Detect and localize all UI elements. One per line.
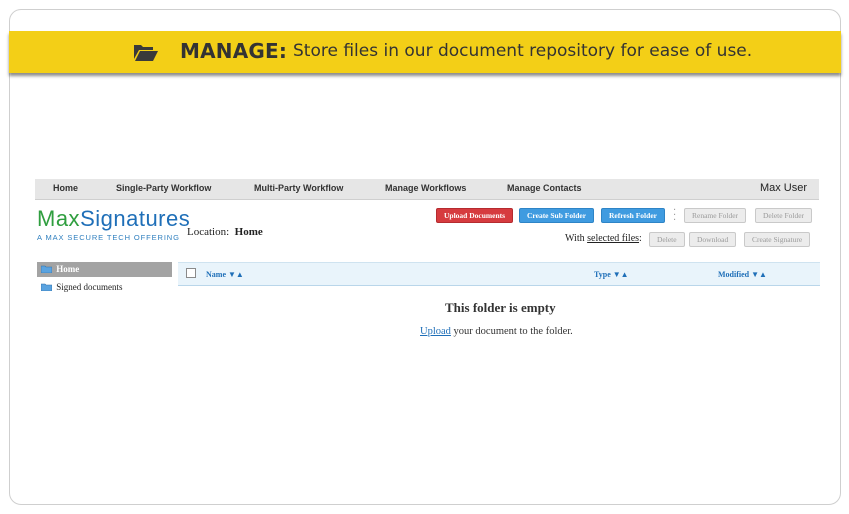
sort-arrows-icon: ▼▲ [228,270,244,279]
logo-tagline: A MAX SECURE TECH OFFERING [37,233,180,242]
column-modified[interactable]: Modified ▼▲ [718,270,767,279]
folder-tree: Home Signed documents [37,262,172,295]
sort-arrows-icon: ▼▲ [612,270,629,279]
sort-arrows-icon: ▼▲ [751,270,767,279]
tree-item-label: Signed documents [56,282,123,292]
manage-banner: MANAGE: Store files in our document repo… [9,31,841,73]
tree-item-label: Home [56,264,80,274]
column-modified-label: Modified [718,270,750,279]
banner-title: MANAGE: [180,39,288,63]
delete-folder-button[interactable]: Delete Folder [755,208,813,223]
column-type-label: Type [594,270,611,279]
file-table-header: Name ▼▲ Type ▼▲ Modified ▼▲ [178,262,820,286]
empty-folder-title: This folder is empty [445,300,556,315]
selected-files-actions-label: With selected files: [565,233,642,244]
empty-folder-message: Upload your document to the folder. [420,326,573,337]
nav-multi-party-workflow[interactable]: Multi-Party Workflow [254,183,343,193]
refresh-folder-button[interactable]: Refresh Folder [601,208,665,223]
folder-icon [41,283,52,291]
more-options-icon[interactable]: · · · [673,206,676,226]
create-sub-folder-button[interactable]: Create Sub Folder [519,208,595,223]
tree-item-home[interactable]: Home [37,262,172,277]
create-signature-button[interactable]: Create Signature [744,232,811,247]
maxsignatures-logo: MaxSignatures A MAX SECURE TECH OFFERING [37,206,191,243]
rename-folder-button[interactable]: Rename Folder [684,208,747,223]
column-name-label: Name [206,270,226,279]
user-menu[interactable]: Max User [760,182,807,194]
logo-part-max: Max [37,206,81,231]
nav-single-party-workflow[interactable]: Single-Party Workflow [116,183,211,193]
selected-files-link[interactable]: selected files [587,233,639,244]
select-all-checkbox[interactable] [186,268,196,278]
empty-folder-text: your document to the folder. [450,326,573,337]
with-colon: : [639,233,642,244]
folder-icon [41,265,52,273]
upload-link[interactable]: Upload [420,326,451,337]
tree-item-signed-documents[interactable]: Signed documents [37,280,172,295]
with-prefix: With [565,233,585,244]
logo-part-signatures: Signatures [80,206,191,231]
nav-home[interactable]: Home [53,183,78,193]
upload-documents-button[interactable]: Upload Documents [436,208,514,223]
download-button[interactable]: Download [689,232,737,247]
location-label: Location: [187,226,230,238]
banner-text: Store files in our document repository f… [293,41,753,61]
nav-manage-contacts[interactable]: Manage Contacts [507,183,582,193]
folder-open-icon [134,45,158,61]
top-nav: Home Single-Party Workflow Multi-Party W… [35,179,819,200]
delete-files-button[interactable]: Delete [649,232,685,247]
column-name[interactable]: Name ▼▲ [206,270,244,279]
location-value: Home [234,226,263,238]
page-frame [9,9,841,505]
nav-manage-workflows[interactable]: Manage Workflows [385,183,466,193]
column-type[interactable]: Type ▼▲ [594,270,629,279]
location-breadcrumb: Location: Home [187,226,263,238]
